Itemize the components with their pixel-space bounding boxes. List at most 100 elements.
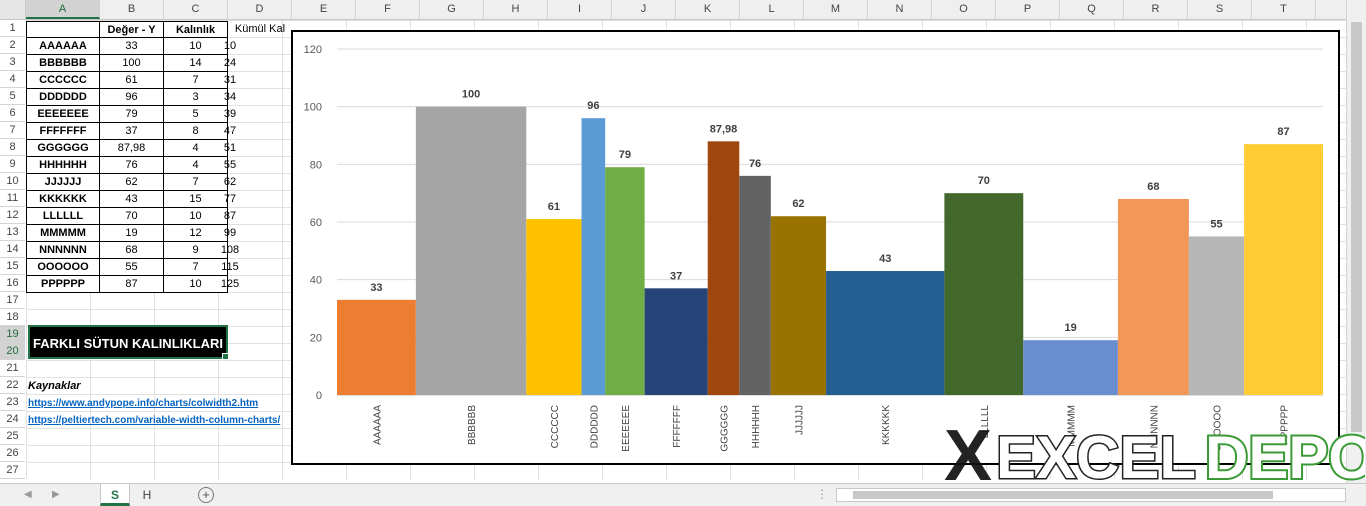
row-header-7[interactable]: 7 [0, 122, 25, 139]
source-link-2[interactable]: https://peltiertech.com/variable-width-c… [28, 412, 280, 429]
table-cell-name[interactable]: BBBBBB [26, 55, 100, 72]
column-header-o[interactable]: O [932, 0, 996, 19]
table-cell-value[interactable]: 43 [100, 191, 164, 208]
column-header-n[interactable]: N [868, 0, 932, 19]
column-header-a[interactable]: A [26, 0, 100, 19]
row-header-5[interactable]: 5 [0, 88, 25, 105]
prev-sheet-icon[interactable]: ◀ [24, 484, 32, 506]
column-header-b[interactable]: B [100, 0, 164, 19]
column-header-i[interactable]: I [548, 0, 612, 19]
chart-title-cell[interactable]: FARKLI SÜTUN KALINLIKLARI [28, 325, 229, 360]
row-header-10[interactable]: 10 [0, 173, 25, 190]
row-header-22[interactable]: 22 [0, 377, 25, 394]
table-cell-value[interactable]: 37 [100, 123, 164, 140]
table-cell-value[interactable]: 19 [100, 225, 164, 242]
table-cell-value[interactable]: 79 [100, 106, 164, 123]
row-header-23[interactable]: 23 [0, 394, 25, 411]
table-cell-name[interactable]: JJJJJJ [26, 174, 100, 191]
table-header-cumulative[interactable]: Kümül Kal [228, 21, 292, 38]
table-cell-cumulative[interactable]: 115 [198, 259, 262, 276]
table-cell-value[interactable]: 33 [100, 38, 164, 55]
table-cell-name[interactable]: PPPPPP [26, 276, 100, 293]
row-header-14[interactable]: 14 [0, 241, 25, 258]
row-header-25[interactable]: 25 [0, 428, 25, 445]
column-header-c[interactable]: C [164, 0, 228, 19]
row-header-11[interactable]: 11 [0, 190, 25, 207]
table-cell-name[interactable]: HHHHHH [26, 157, 100, 174]
row-header-16[interactable]: 16 [0, 275, 25, 292]
row-header-8[interactable]: 8 [0, 139, 25, 156]
column-header-h[interactable]: H [484, 0, 548, 19]
table-cell-cumulative[interactable]: 125 [198, 276, 262, 293]
table-cell-name[interactable]: OOOOOO [26, 259, 100, 276]
row-header-26[interactable]: 26 [0, 445, 25, 462]
row-header-13[interactable]: 13 [0, 224, 25, 241]
source-link-1[interactable]: https://www.andypope.info/charts/colwidt… [28, 395, 258, 412]
column-header-p[interactable]: P [996, 0, 1060, 19]
plus-circle-icon[interactable]: + [198, 487, 214, 503]
table-cell-cumulative[interactable]: 47 [198, 123, 262, 140]
table-cell-value[interactable]: 55 [100, 259, 164, 276]
row-header-18[interactable]: 18 [0, 309, 25, 326]
table-header-width[interactable]: Kalınlık [164, 21, 228, 38]
vertical-scrollbar[interactable] [1346, 0, 1366, 483]
table-cell-cumulative[interactable]: 99 [198, 225, 262, 242]
table-cell-value[interactable]: 76 [100, 157, 164, 174]
sheet-tab-h[interactable]: H [132, 484, 162, 506]
table-cell-name[interactable]: CCCCCC [26, 72, 100, 89]
table-cell-cumulative[interactable]: 39 [198, 106, 262, 123]
column-header-f[interactable]: F [356, 0, 420, 19]
select-all-corner[interactable] [0, 0, 26, 19]
row-header-1[interactable]: 1 [0, 20, 25, 37]
table-header-name[interactable] [26, 21, 100, 38]
table-cell-name[interactable]: GGGGGG [26, 140, 100, 157]
row-header-17[interactable]: 17 [0, 292, 25, 309]
table-cell-cumulative[interactable]: 108 [198, 242, 262, 259]
row-header-9[interactable]: 9 [0, 156, 25, 173]
column-header-d[interactable]: D [228, 0, 292, 19]
column-header-e[interactable]: E [292, 0, 356, 19]
row-header-19[interactable]: 19 [0, 326, 25, 343]
table-cell-value[interactable]: 87,98 [100, 140, 164, 157]
row-header-15[interactable]: 15 [0, 258, 25, 275]
table-cell-value[interactable]: 70 [100, 208, 164, 225]
table-cell-name[interactable]: EEEEEEE [26, 106, 100, 123]
column-header-j[interactable]: J [612, 0, 676, 19]
table-cell-cumulative[interactable]: 10 [198, 38, 262, 55]
vertical-scroll-thumb[interactable] [1351, 22, 1362, 432]
row-header-21[interactable]: 21 [0, 360, 25, 377]
next-sheet-icon[interactable]: ▶ [52, 484, 60, 506]
table-cell-cumulative[interactable]: 24 [198, 55, 262, 72]
column-header-t[interactable]: T [1252, 0, 1316, 19]
row-header-27[interactable]: 27 [0, 462, 25, 479]
column-header-q[interactable]: Q [1060, 0, 1124, 19]
row-header-6[interactable]: 6 [0, 105, 25, 122]
column-header-s[interactable]: S [1188, 0, 1252, 19]
table-cell-value[interactable]: 96 [100, 89, 164, 106]
column-header-l[interactable]: L [740, 0, 804, 19]
row-header-2[interactable]: 2 [0, 37, 25, 54]
table-header-value[interactable]: Değer - Y [100, 21, 164, 38]
table-cell-value[interactable]: 61 [100, 72, 164, 89]
sheet-tab-s[interactable]: S [100, 484, 130, 506]
table-cell-name[interactable]: MMMMM [26, 225, 100, 242]
variable-width-column-chart[interactable]: 0 20 40 60 80 100 120 33 AAAAAA 100 BBBBBB 61 CCCCCC… [291, 30, 1340, 465]
row-header-3[interactable]: 3 [0, 54, 25, 71]
table-cell-name[interactable]: KKKKKK [26, 191, 100, 208]
table-cell-name[interactable]: LLLLLL [26, 208, 100, 225]
fill-handle[interactable] [222, 353, 229, 360]
table-cell-cumulative[interactable]: 62 [198, 174, 262, 191]
column-header-r[interactable]: R [1124, 0, 1188, 19]
table-cell-cumulative[interactable]: 77 [198, 191, 262, 208]
table-cell-cumulative[interactable]: 31 [198, 72, 262, 89]
table-cell-cumulative[interactable]: 34 [198, 89, 262, 106]
table-cell-name[interactable]: NNNNNN [26, 242, 100, 259]
table-cell-value[interactable]: 100 [100, 55, 164, 72]
table-cell-value[interactable]: 68 [100, 242, 164, 259]
row-header-4[interactable]: 4 [0, 71, 25, 88]
table-cell-name[interactable]: DDDDDD [26, 89, 100, 106]
row-header-12[interactable]: 12 [0, 207, 25, 224]
table-cell-value[interactable]: 87 [100, 276, 164, 293]
column-header-g[interactable]: G [420, 0, 484, 19]
row-header-20[interactable]: 20 [0, 343, 25, 360]
